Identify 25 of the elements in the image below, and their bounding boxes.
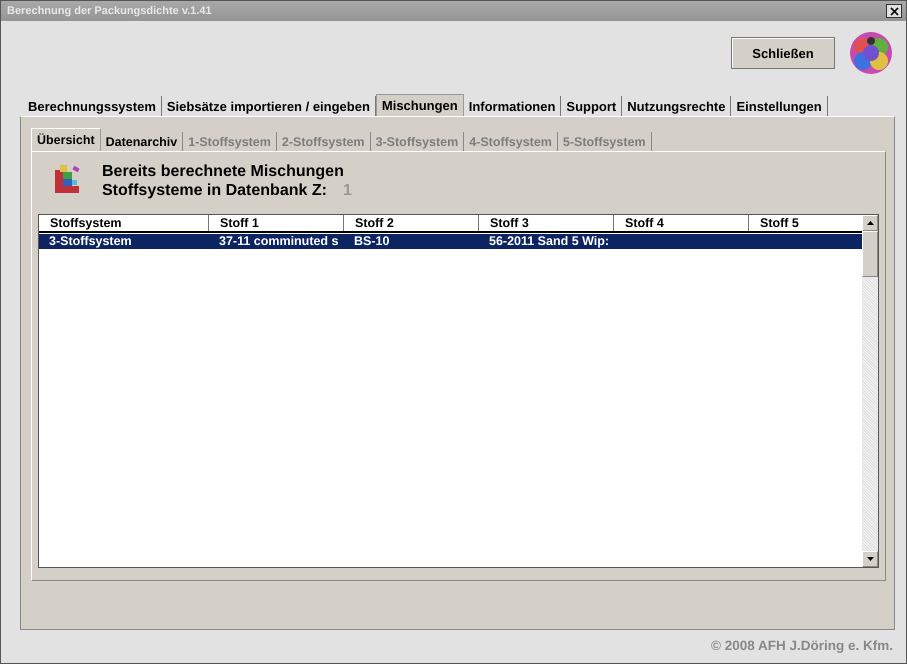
tab[interactable]: Übersicht	[31, 128, 101, 151]
column-header[interactable]: Stoff 5	[749, 215, 862, 231]
down-arrow-icon[interactable]	[866, 557, 874, 561]
count-label: Stoffsysteme in Datenbank Z:	[102, 181, 327, 200]
table-cell: BS-10	[354, 234, 390, 248]
tab[interactable]: Mischungen	[376, 94, 464, 116]
column-header[interactable]: Stoff 2	[344, 215, 479, 231]
window-title: Berechnung der Packungsdichte v.1.41	[7, 5, 212, 17]
table-cell: 3-Stoffsystem	[49, 234, 132, 248]
copyright-text: © 2008 AFH J.Döring e. Kfm.	[711, 638, 893, 653]
table-row[interactable]: 3-Stoffsystem 37-11 comminuted s BS-10 56-2011 Sand 5 Wip:	[39, 234, 862, 249]
close-icon[interactable]	[886, 4, 902, 18]
column-header[interactable]: Stoff 3	[479, 215, 614, 231]
column-header[interactable]: Stoff 4	[614, 215, 749, 231]
up-arrow-icon[interactable]	[866, 221, 874, 225]
sphere-logo-icon	[849, 31, 893, 75]
close-button[interactable]: Schließen	[731, 37, 835, 69]
heading: Bereits berechnete Mischungen	[102, 162, 345, 181]
table-cell: 56-2011 Sand 5 Wip:	[489, 234, 610, 248]
scroll-thumb[interactable]	[862, 231, 878, 277]
scrollbar[interactable]	[862, 215, 878, 567]
table-cell: 37-11 comminuted s	[219, 234, 338, 248]
count-value: 1	[342, 181, 352, 200]
column-header[interactable]: Stoff 1	[209, 215, 344, 231]
column-header[interactable]: Stoffsystem	[39, 215, 209, 231]
